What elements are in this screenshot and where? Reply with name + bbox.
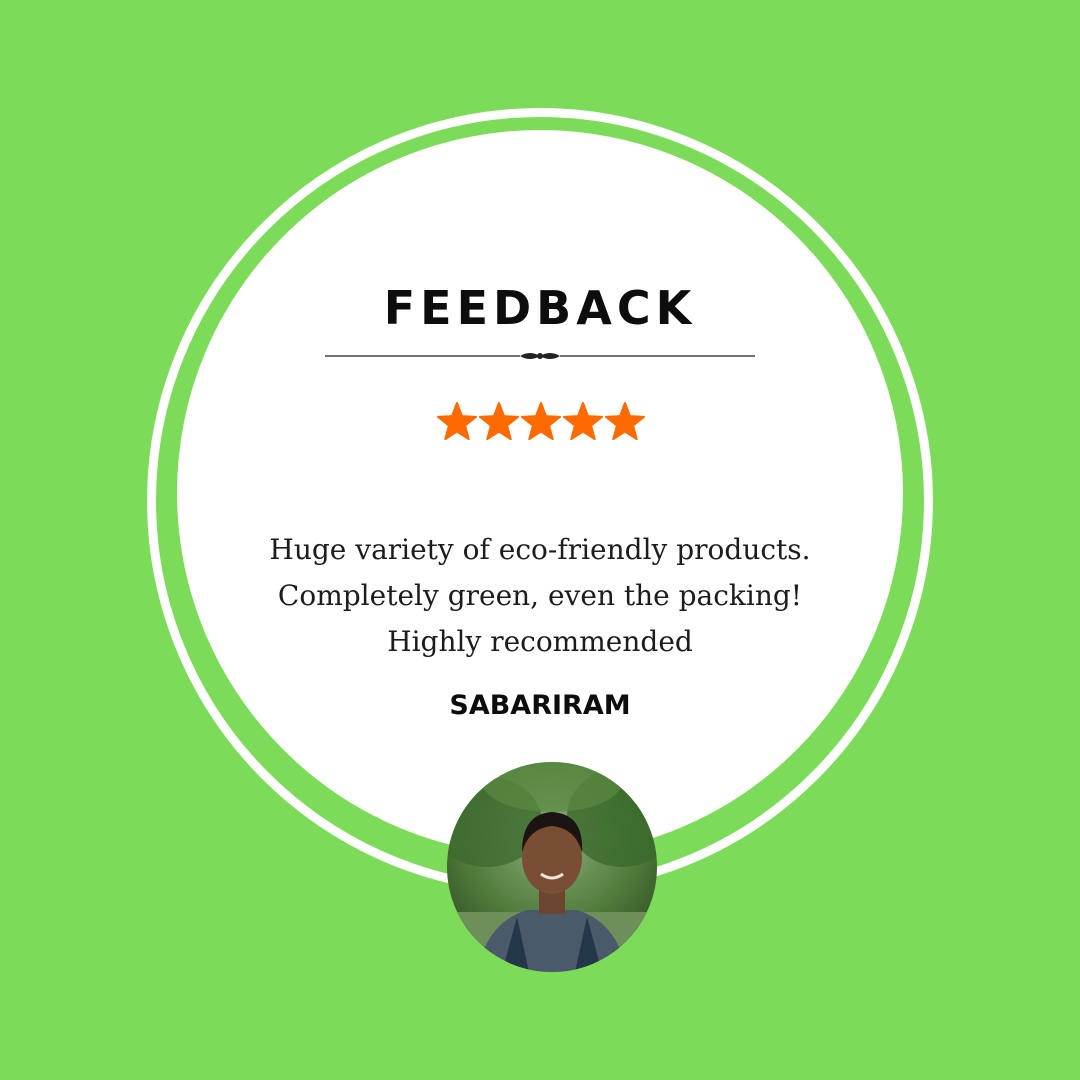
- feedback-card: FEEDBACK Huge variety of eco-friendly pr…: [0, 0, 1080, 1080]
- inner-circle: [177, 130, 903, 856]
- star-icon: [520, 402, 562, 441]
- avatar-photo: [447, 762, 657, 972]
- feedback-title: FEEDBACK: [383, 281, 697, 335]
- star-icon: [478, 402, 520, 441]
- star-icon: [562, 402, 604, 441]
- star-rating: [436, 402, 646, 441]
- star-icon: [436, 402, 478, 441]
- review-quote: Huge variety of eco-friendly products. C…: [269, 533, 811, 658]
- star-icon: [604, 402, 646, 441]
- author-name: SABARIRAM: [449, 690, 631, 721]
- avatar: [447, 762, 657, 972]
- ornamental-divider-icon: [325, 353, 755, 359]
